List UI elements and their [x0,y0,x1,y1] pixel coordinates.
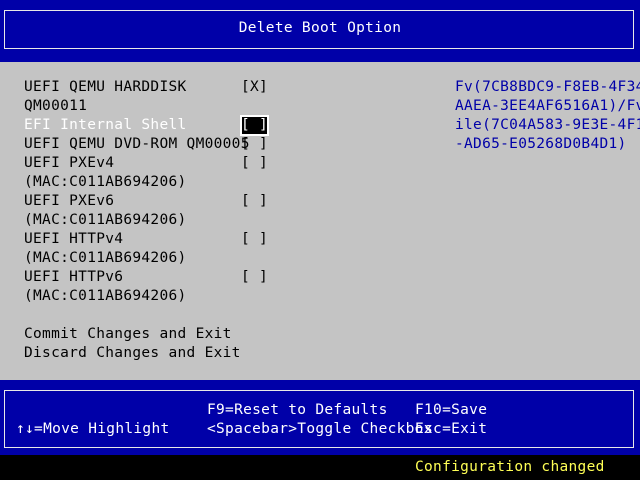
hint-save: F10=Save [415,402,488,418]
boot-option-pxev4[interactable]: UEFI PXEv4 [24,154,114,173]
boot-option-httpv4-mac: (MAC:C011AB694206) [24,250,187,266]
boot-option-httpv6-mac: (MAC:C011AB694206) [24,288,187,304]
help-text-line: Fv(7CB8BDC9-F8EB-4F34- [455,79,640,95]
hint-toggle-checkbox: <Spacebar>Toggle Checkbox [207,421,433,437]
page-title: Delete Boot Option [238,20,402,36]
status-message: Configuration changed [415,459,605,475]
boot-option-pxev6[interactable]: UEFI PXEv6 [24,192,114,211]
help-text-line: ile(7C04A583-9E3E-4F1C [455,117,640,133]
boot-option-qemu-dvd-rom[interactable]: UEFI QEMU DVD-ROM QM00005 [24,135,250,154]
boot-option-qemu-harddisk[interactable]: UEFI QEMU HARDDISK [24,78,187,97]
bios-screen: Delete Boot Option UEFI QEMU HARDDISK QM… [0,0,640,480]
checkbox-pxev4[interactable]: [ ] [241,154,268,173]
checkbox-httpv6[interactable]: [ ] [241,268,268,287]
commit-changes-and-exit[interactable]: Commit Changes and Exit [24,325,232,344]
boot-option-httpv4[interactable]: UEFI HTTPv4 [24,230,123,249]
help-text-line: -AD65-E05268D0B4D1) [455,136,627,152]
checkbox-qemu-harddisk[interactable]: [X] [241,78,268,97]
help-text-line: AAEA-3EE4AF6516A1)/FvF [455,98,640,114]
hint-reset-defaults: F9=Reset to Defaults [207,402,388,418]
hint-exit: Esc=Exit [415,421,488,437]
checkbox-pxev6[interactable]: [ ] [241,192,268,211]
boot-option-qemu-harddisk-detail: QM00011 [24,98,88,114]
checkbox-efi-internal-shell[interactable]: [ ] [239,115,270,136]
checkbox-qemu-dvd-rom[interactable]: [ ] [241,135,268,154]
checkbox-httpv4[interactable]: [ ] [241,230,268,249]
discard-changes-and-exit[interactable]: Discard Changes and Exit [24,344,241,363]
boot-option-pxev4-mac: (MAC:C011AB694206) [24,174,187,190]
boot-option-httpv6[interactable]: UEFI HTTPv6 [24,268,123,287]
boot-option-efi-internal-shell[interactable]: EFI Internal Shell [24,116,187,135]
hint-move-highlight: ↑↓=Move Highlight [16,421,170,437]
boot-option-pxev6-mac: (MAC:C011AB694206) [24,212,187,228]
